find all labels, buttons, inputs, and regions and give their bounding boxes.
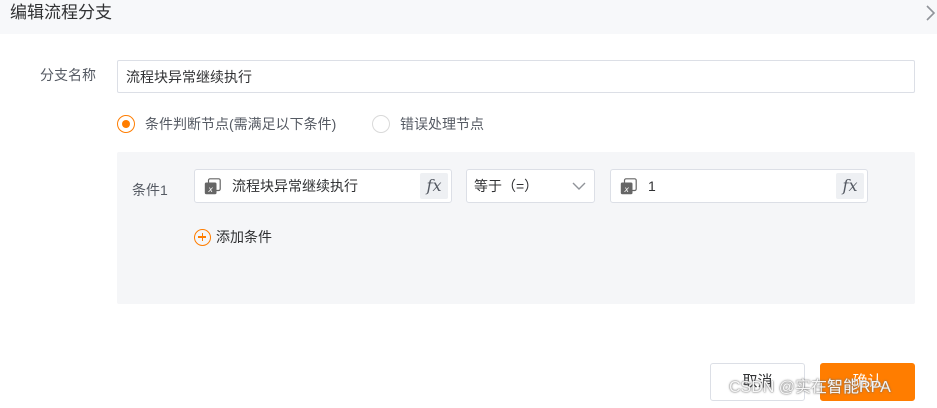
variable-icon: x bbox=[204, 178, 221, 195]
radio-error-node[interactable]: 错误处理节点 bbox=[372, 114, 484, 134]
radio-unchecked-icon[interactable] bbox=[372, 115, 390, 133]
radio-condition-node-label: 条件判断节点(需满足以下条件) bbox=[145, 116, 337, 132]
radio-checked-icon[interactable] bbox=[117, 115, 135, 133]
branch-name-label: 分支名称 bbox=[40, 67, 96, 83]
fx-button-left[interactable]: fx bbox=[420, 173, 448, 199]
confirm-button[interactable]: 确认 bbox=[820, 363, 915, 401]
dialog-title: 编辑流程分支 bbox=[10, 3, 112, 22]
left-operand-field[interactable]: x 流程块异常继续执行 fx bbox=[194, 169, 452, 203]
dialog-header: 编辑流程分支 bbox=[0, 0, 937, 34]
variable-icon: x bbox=[620, 178, 637, 195]
chevron-right-icon[interactable] bbox=[925, 3, 937, 23]
right-operand-text: 1 bbox=[648, 178, 656, 194]
condition-label: 条件1 bbox=[132, 182, 168, 198]
left-operand-text: 流程块异常继续执行 bbox=[232, 178, 358, 194]
right-operand-field[interactable]: x 1 fx bbox=[610, 169, 868, 203]
fx-button-right[interactable]: fx bbox=[836, 173, 864, 199]
add-condition-button[interactable]: 添加条件 bbox=[194, 227, 272, 247]
add-condition-label: 添加条件 bbox=[216, 229, 272, 245]
svg-text:x: x bbox=[623, 185, 629, 194]
operator-select-value: 等于（=） bbox=[474, 178, 539, 194]
chevron-down-icon bbox=[572, 182, 586, 190]
radio-error-node-label: 错误处理节点 bbox=[400, 116, 484, 132]
radio-condition-node[interactable]: 条件判断节点(需满足以下条件) bbox=[117, 114, 336, 134]
operator-select[interactable]: 等于（=） bbox=[466, 169, 595, 203]
branch-name-input[interactable] bbox=[117, 60, 915, 93]
svg-text:x: x bbox=[207, 185, 213, 194]
cancel-button[interactable]: 取消 bbox=[710, 363, 805, 401]
plus-circle-icon bbox=[194, 228, 211, 246]
